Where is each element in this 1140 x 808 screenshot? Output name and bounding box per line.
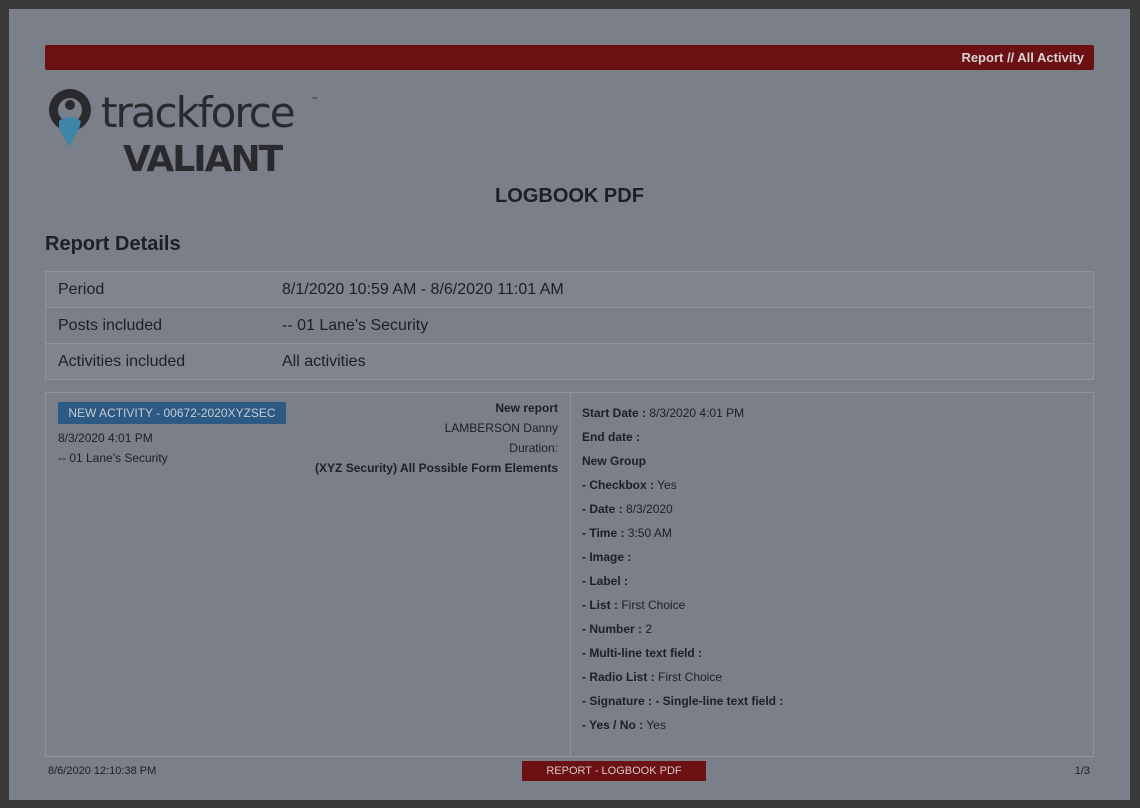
form-group-title: New Group xyxy=(582,454,647,468)
form-field: - Yes / No : Yes xyxy=(582,718,666,732)
form-field: - Image : xyxy=(582,550,632,564)
activity-form-fields: Start Date : 8/3/2020 4:01 PM End date :… xyxy=(571,393,1093,756)
detail-row-posts: Posts included -- 01 Lane's Security xyxy=(46,308,1093,344)
footer-page-number: 1/3 xyxy=(1074,765,1090,777)
svg-text:VALIANT: VALIANT xyxy=(123,139,284,173)
footer-timestamp: 8/6/2020 12:10:38 PM xyxy=(48,765,157,777)
activity-entry: NEW ACTIVITY - 00672-2020XYZSEC 8/3/2020… xyxy=(45,392,1094,757)
activity-id-badge: NEW ACTIVITY - 00672-2020XYZSEC xyxy=(58,402,286,424)
pdf-page: Report // All Activity trackforce ™ VALI… xyxy=(9,9,1130,800)
activity-duration: Duration: xyxy=(509,441,558,455)
form-field: End date : xyxy=(582,430,641,444)
form-field: - Checkbox : Yes xyxy=(582,478,677,492)
activity-summary: NEW ACTIVITY - 00672-2020XYZSEC 8/3/2020… xyxy=(46,393,571,756)
form-field: - Multi-line text field : xyxy=(582,646,702,660)
detail-row-activities: Activities included All activities xyxy=(46,344,1093,379)
detail-value: -- 01 Lane's Security xyxy=(282,316,429,334)
detail-value: 8/1/2020 10:59 AM - 8/6/2020 11:01 AM xyxy=(282,280,564,298)
form-field: - Signature : - Single-line text field : xyxy=(582,694,784,708)
svg-text:™: ™ xyxy=(311,96,319,105)
report-header-bar: Report // All Activity xyxy=(45,45,1094,70)
form-field: - Radio List : First Choice xyxy=(582,670,723,684)
activity-form-name: (XYZ Security) All Possible Form Element… xyxy=(315,461,558,475)
detail-label: Period xyxy=(58,280,105,298)
activity-post: -- 01 Lane's Security xyxy=(58,451,168,465)
report-details-heading: Report Details xyxy=(45,233,181,255)
activity-type: New report xyxy=(495,401,558,415)
form-field: - Number : 2 xyxy=(582,622,653,636)
form-field: - Date : 8/3/2020 xyxy=(582,502,673,516)
trackforce-valiant-logo: trackforce ™ VALIANT xyxy=(45,83,345,173)
form-field: - Time : 3:50 AM xyxy=(582,526,672,540)
footer-report-label: REPORT - LOGBOOK PDF xyxy=(522,761,706,781)
report-breadcrumb: Report // All Activity xyxy=(961,50,1084,65)
document-title: LOGBOOK PDF xyxy=(495,185,644,207)
logo-mark-icon: trackforce ™ VALIANT xyxy=(49,88,319,173)
detail-label: Posts included xyxy=(58,316,163,334)
detail-label: Activities included xyxy=(58,352,186,370)
report-details-table: Period 8/1/2020 10:59 AM - 8/6/2020 11:0… xyxy=(45,271,1094,380)
detail-row-period: Period 8/1/2020 10:59 AM - 8/6/2020 11:0… xyxy=(46,272,1093,308)
form-field: - Label : xyxy=(582,574,629,588)
form-field: Start Date : 8/3/2020 4:01 PM xyxy=(582,406,745,420)
form-field: - List : First Choice xyxy=(582,598,686,612)
activity-datetime: 8/3/2020 4:01 PM xyxy=(58,431,153,445)
svg-text:trackforce: trackforce xyxy=(101,88,294,137)
activity-officer: LAMBERSON Danny xyxy=(444,421,558,435)
detail-value: All activities xyxy=(282,352,366,370)
